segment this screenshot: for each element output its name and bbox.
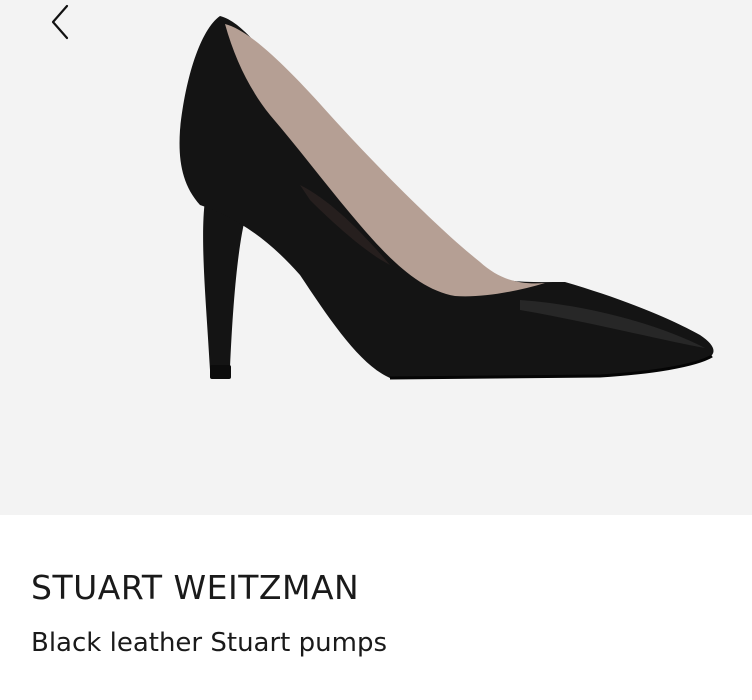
chevron-left-icon xyxy=(51,4,69,40)
shoe-heel-tip xyxy=(210,365,231,379)
product-detail-screen: STUART WEITZMAN Black leather Stuart pum… xyxy=(0,0,752,700)
product-image-area[interactable] xyxy=(0,0,752,515)
product-image xyxy=(179,16,714,380)
product-brand: STUART WEITZMAN xyxy=(31,568,360,607)
back-button[interactable] xyxy=(38,0,82,44)
shoe-heel xyxy=(203,200,246,378)
product-name: Black leather Stuart pumps xyxy=(31,628,388,658)
product-info: STUART WEITZMAN Black leather Stuart pum… xyxy=(0,515,752,700)
